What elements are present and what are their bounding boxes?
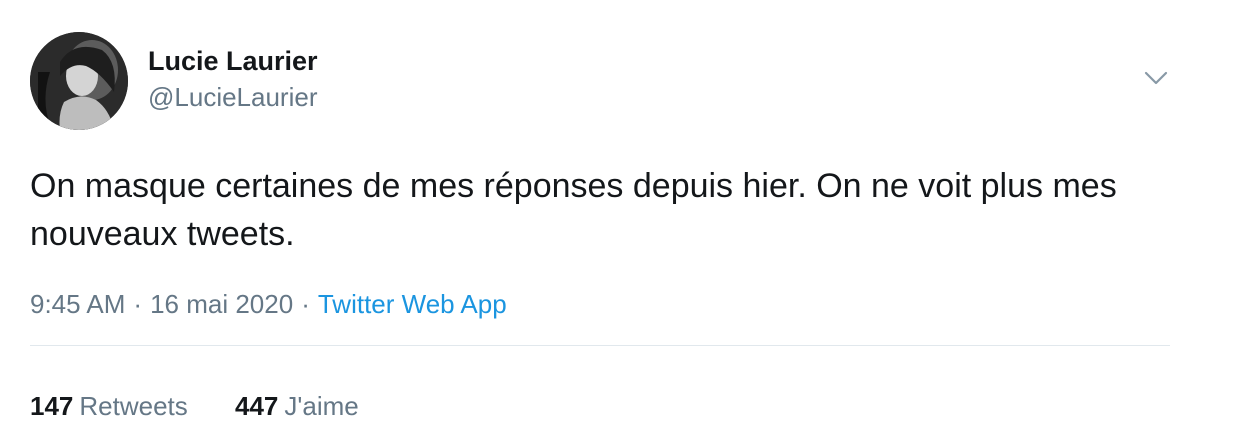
avatar[interactable] bbox=[30, 32, 128, 130]
avatar-photo-icon bbox=[30, 32, 128, 130]
tweet-text: On masque certaines de mes réponses depu… bbox=[30, 167, 1117, 253]
divider bbox=[30, 345, 1170, 346]
tweet-card: Lucie Laurier @LucieLaurier On masque ce… bbox=[0, 0, 1250, 446]
retweets-count: 147 bbox=[30, 391, 74, 421]
user-header: Lucie Laurier @LucieLaurier bbox=[148, 44, 318, 114]
retweets-label: Retweets bbox=[79, 391, 188, 421]
display-name[interactable]: Lucie Laurier bbox=[148, 44, 318, 78]
likes-label: J'aime bbox=[284, 391, 359, 421]
retweets-stat[interactable]: 147 Retweets bbox=[30, 389, 188, 423]
tweet-meta: 9:45 AM · 16 mai 2020 · Twitter Web App bbox=[30, 287, 507, 321]
meta-separator: · bbox=[301, 289, 310, 319]
tweet-stats: 147 Retweets 447 J'aime bbox=[30, 389, 359, 423]
chevron-down-icon[interactable] bbox=[1143, 68, 1169, 88]
likes-stat[interactable]: 447 J'aime bbox=[235, 389, 359, 423]
user-handle[interactable]: @LucieLaurier bbox=[148, 80, 318, 114]
tweet-time[interactable]: 9:45 AM bbox=[30, 289, 125, 319]
tweet-date[interactable]: 16 mai 2020 bbox=[150, 289, 293, 319]
likes-count: 447 bbox=[235, 391, 279, 421]
tweet-source-link[interactable]: Twitter Web App bbox=[318, 289, 507, 319]
meta-separator: · bbox=[133, 289, 143, 319]
